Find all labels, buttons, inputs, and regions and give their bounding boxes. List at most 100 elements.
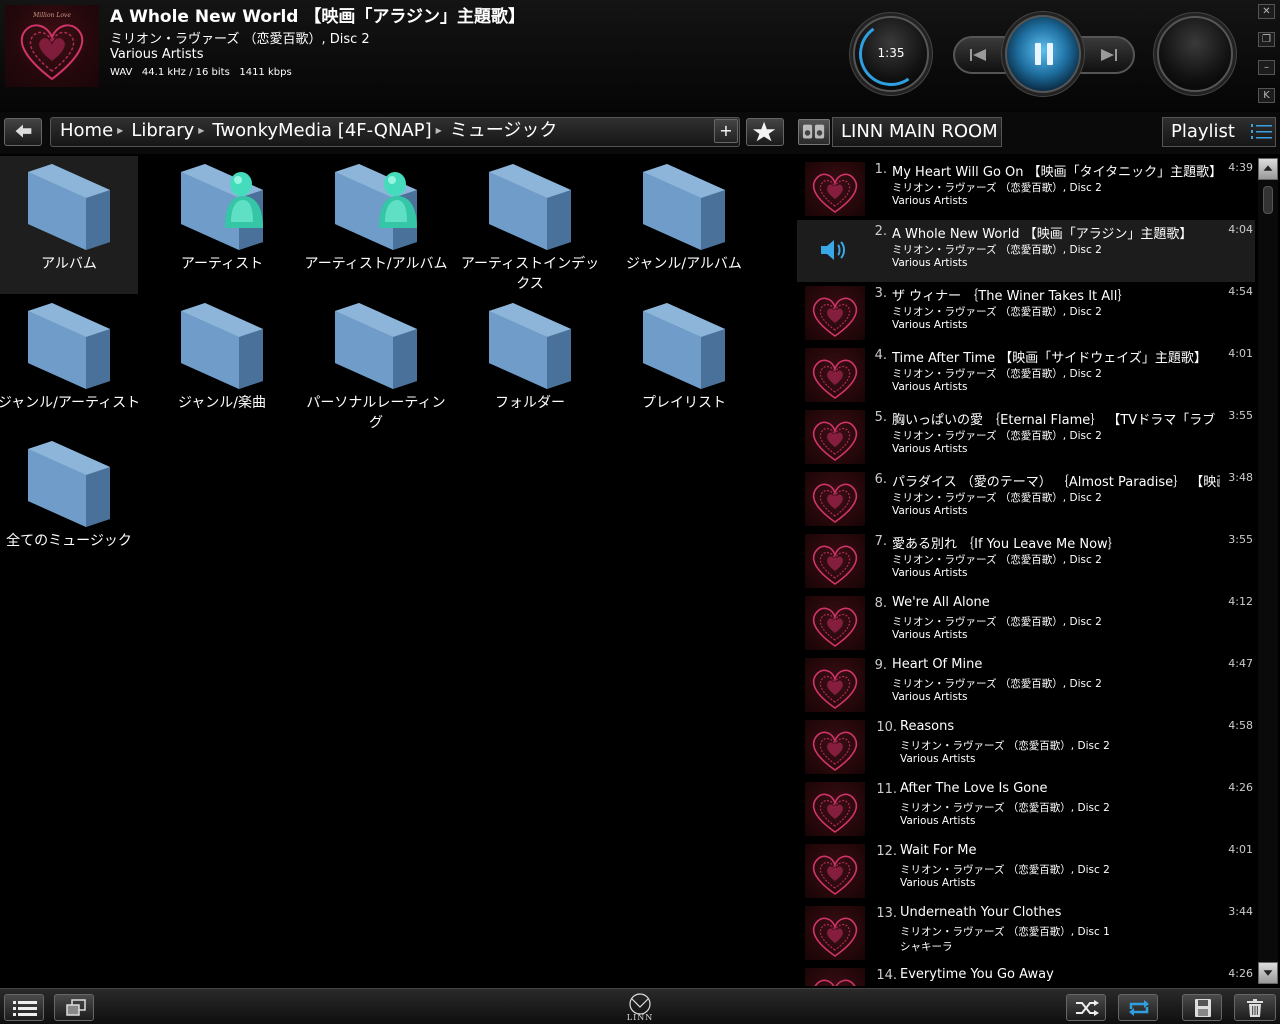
minimize-icon[interactable]: – <box>1258 60 1275 75</box>
playlist-row[interactable]: 2. A Whole New World 【映画「アラジン」主題歌】 ミリオン・ラヴ… <box>797 220 1255 282</box>
track-artist: Various Artists <box>900 753 976 765</box>
pause-button[interactable] <box>1005 15 1081 93</box>
track-title: 愛ある別れ ｛If You Leave Me Now｝ <box>892 537 1121 552</box>
playlist-row[interactable]: 13. Underneath Your Clothes ミリオン・ラヴァーズ （恋愛… <box>797 902 1255 964</box>
elapsed-time: 1:35 <box>877 46 905 60</box>
folder-person-icon <box>181 164 263 250</box>
playlist-row[interactable]: 10. Reasons ミリオン・ラヴァーズ （恋愛百歌）, Disc 2 Vario… <box>797 716 1255 778</box>
library-item[interactable]: アルバム <box>0 156 138 294</box>
library-item[interactable]: アーティストインデックス <box>461 156 599 294</box>
playlist-row[interactable]: 9. Heart Of Mine ミリオン・ラヴァーズ （恋愛百歌）, Disc 2… <box>797 654 1255 716</box>
library-item[interactable]: アーティスト <box>153 156 291 294</box>
track-album: ミリオン・ラヴァーズ （恋愛百歌）, Disc 2 <box>892 616 1102 628</box>
playlist-row[interactable]: 4. Time After Time 【映画「サイドウェイズ」主題歌】 ミリオン・ラ… <box>797 344 1255 406</box>
scroll-thumb[interactable] <box>1263 186 1273 214</box>
playlist-row[interactable]: 12. Wait For Me ミリオン・ラヴァーズ （恋愛百歌）, Disc 2V… <box>797 840 1255 902</box>
playlist-row[interactable]: 3. ザ ウィナー ｛The Winer Takes It All｝ ミリオン・ラヴ… <box>797 282 1255 344</box>
playlist-row[interactable]: 1. My Heart Will Go On 【映画「タイタニック」主題歌】 ミリオ… <box>797 158 1255 220</box>
pause-icon <box>1035 43 1053 65</box>
previous-track-button[interactable] <box>962 44 994 66</box>
track-album-art <box>805 410 865 464</box>
breadcrumb-home[interactable]: Home <box>60 120 113 141</box>
chevron-right-icon: ▶ <box>198 126 205 135</box>
folder-icon <box>28 441 110 527</box>
track-album-art <box>805 596 865 650</box>
library-item-label: アーティストインデックス <box>460 256 600 292</box>
playlist-row[interactable]: 7. 愛ある別れ ｛If You Leave Me Now｝ ミリオン・ラヴァーズ … <box>797 530 1255 592</box>
shuffle-button[interactable] <box>1066 994 1106 1021</box>
track-album-art <box>805 782 865 836</box>
repeat-button[interactable] <box>1118 994 1158 1021</box>
speaker-room-icon[interactable] <box>798 119 830 145</box>
track-album: ミリオン・ラヴァーズ （恋愛百歌）, Disc 2 <box>892 430 1102 442</box>
favorites-button[interactable] <box>746 118 784 146</box>
restore-icon[interactable]: ❐ <box>1258 32 1275 47</box>
track-artist: Various Artists <box>892 257 968 269</box>
scroll-up-button[interactable] <box>1258 158 1278 180</box>
track-duration: 4:26 <box>1228 781 1253 794</box>
breadcrumb-music[interactable]: ミュージック <box>450 120 558 141</box>
library-item[interactable]: 全てのミュージック <box>0 433 138 571</box>
playlist-label: Playlist <box>1171 121 1235 142</box>
track-format: WAV 44.1 kHz / 16 bits 1411 kbps <box>110 67 292 78</box>
clear-playlist-button[interactable] <box>1234 994 1276 1021</box>
track-title: We're All Alone <box>892 595 990 610</box>
track-title: After The Love Is Gone <box>900 781 1048 796</box>
track-number: 2. <box>874 224 887 239</box>
library-item[interactable]: ジャンル/楽曲 <box>153 295 291 433</box>
track-duration: 4:01 <box>1228 843 1253 856</box>
track-title: Wait For Me <box>900 843 977 858</box>
add-button[interactable]: + <box>714 119 738 143</box>
save-playlist-button[interactable] <box>1182 994 1222 1021</box>
playlist-scrollbar[interactable] <box>1258 158 1278 984</box>
folder-icon <box>489 164 571 250</box>
playlist-button[interactable]: Playlist <box>1162 117 1276 147</box>
room-selector[interactable]: LINN MAIN ROOM <box>832 117 1002 147</box>
folder-icon <box>643 164 725 250</box>
track-artist: Various Artists <box>900 877 976 889</box>
track-artist: Various Artists <box>892 505 968 517</box>
library-item[interactable]: アーティスト/アルバム <box>305 156 447 294</box>
repeat-icon <box>1129 1000 1149 1016</box>
track-album: ミリオン・ラヴァーズ （恋愛百歌）, Disc 2 <box>900 864 1110 876</box>
playlist-row[interactable]: 14. Everytime You Go Away 4:26 <box>797 964 1255 986</box>
next-icon <box>1101 49 1117 61</box>
library-item[interactable]: プレイリスト <box>615 295 753 433</box>
track-title: Heart Of Mine <box>892 657 983 672</box>
track-album-art <box>805 720 865 774</box>
playlist-row[interactable]: 11. After The Love Is Gone ミリオン・ラヴァーズ （恋愛百… <box>797 778 1255 840</box>
breadcrumb-server[interactable]: TwonkyMedia [4F-QNAP] <box>212 120 431 141</box>
track-album-art <box>805 658 865 712</box>
time-knob[interactable]: 1:35 <box>853 16 929 92</box>
next-track-button[interactable] <box>1093 44 1125 66</box>
library-item-label: フォルダー <box>495 395 565 411</box>
navigation-bar: Home ▶ Library ▶ TwonkyMedia [4F-QNAP] ▶ ミュージッ… <box>0 112 1280 154</box>
back-button[interactable] <box>4 118 42 146</box>
library-item[interactable]: フォルダー <box>461 295 599 433</box>
folder-icon <box>489 303 571 389</box>
track-album-art <box>805 844 865 898</box>
playlist-row[interactable]: 5. 胸いっぱいの愛 ｛Eternal Flame｝ 【TVドラマ「ラブ・ジェネレ… <box>797 406 1255 468</box>
playlist-row[interactable]: 6. パラダイス （愛のテーマ） ｛Almost Paradise｝ 【映画「フッ… <box>797 468 1255 530</box>
track-title: A Whole New World 【映画「アラジン」主題歌】 <box>110 7 526 27</box>
track-duration: 4:58 <box>1228 719 1253 732</box>
breadcrumb-library[interactable]: Library <box>131 120 194 141</box>
mini-player-icon[interactable]: K <box>1258 88 1275 103</box>
folder-icon <box>335 303 417 389</box>
track-album: ミリオン・ラヴァーズ （恋愛百歌）, Disc 2 <box>892 492 1102 504</box>
library-item[interactable]: ジャンル/アーティスト <box>0 295 140 433</box>
track-number: 7. <box>874 534 887 549</box>
scroll-down-button[interactable] <box>1258 962 1278 984</box>
library-item-label: ジャンル/アーティスト <box>0 395 141 411</box>
track-album-art <box>805 968 865 986</box>
library-item[interactable]: ジャンル/アルバム <box>615 156 753 294</box>
close-icon[interactable]: ✕ <box>1258 4 1275 19</box>
playlist-panel: 1. My Heart Will Go On 【映画「タイタニック」主題歌】 ミリオ… <box>797 156 1280 986</box>
window-mode-button[interactable] <box>54 994 94 1021</box>
library-item[interactable]: パーソナルレーティング <box>306 295 446 433</box>
volume-knob[interactable] <box>1157 16 1233 92</box>
playlist-row[interactable]: 8. We're All Alone ミリオン・ラヴァーズ （恋愛百歌）, Disc… <box>797 592 1255 654</box>
list-view-button[interactable] <box>4 994 44 1021</box>
track-number: 11. <box>876 782 897 797</box>
track-artist: Various Artists <box>892 629 968 641</box>
